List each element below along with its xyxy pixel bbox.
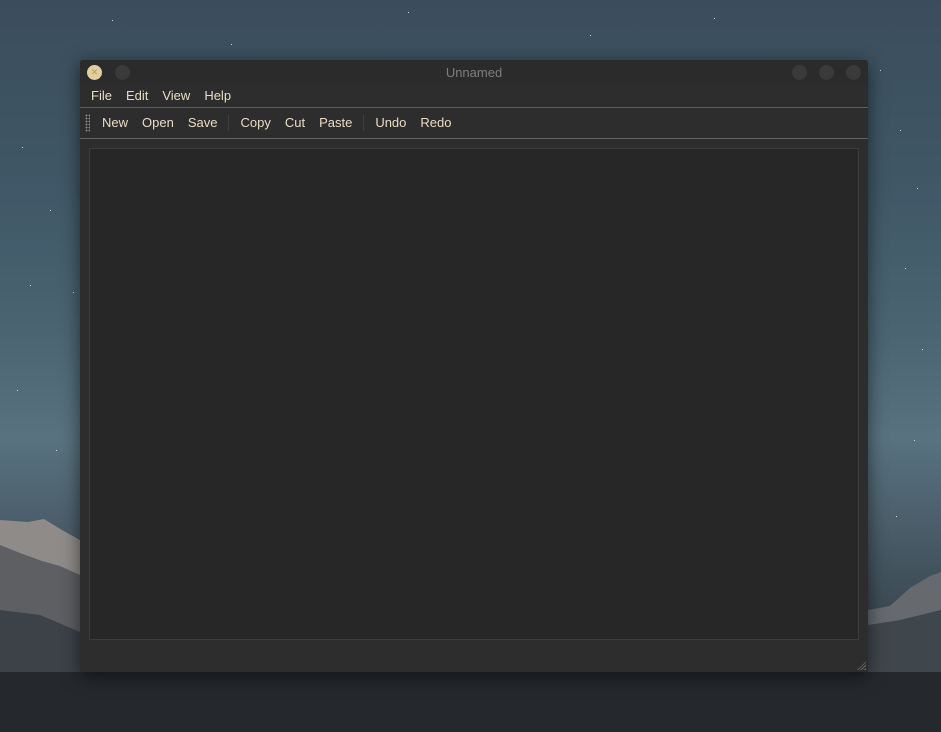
desktop: ✕ Unnamed File Edit View Help New Open S…: [0, 0, 941, 732]
pin-icon[interactable]: [846, 65, 861, 80]
menu-edit[interactable]: Edit: [119, 85, 155, 107]
undo-button[interactable]: Undo: [368, 108, 413, 138]
minimize-icon[interactable]: [792, 65, 807, 80]
toolbar-separator: [363, 115, 365, 131]
app-window: ✕ Unnamed File Edit View Help New Open S…: [80, 60, 868, 672]
menu-file[interactable]: File: [84, 85, 119, 107]
cut-button[interactable]: Cut: [278, 108, 312, 138]
paste-button[interactable]: Paste: [312, 108, 359, 138]
menu-view[interactable]: View: [155, 85, 197, 107]
text-editor-area[interactable]: [89, 148, 859, 640]
save-button[interactable]: Save: [181, 108, 225, 138]
menu-help[interactable]: Help: [197, 85, 238, 107]
redo-button[interactable]: Redo: [413, 108, 458, 138]
open-button[interactable]: Open: [135, 108, 181, 138]
title-bar[interactable]: ✕ Unnamed: [80, 60, 868, 85]
maximize-icon[interactable]: [819, 65, 834, 80]
window-title: Unnamed: [445, 65, 503, 80]
status-bar: [80, 642, 868, 672]
copy-button[interactable]: Copy: [233, 108, 277, 138]
new-button[interactable]: New: [95, 108, 135, 138]
toolbar-separator: [228, 115, 230, 131]
toolbar: New Open Save Copy Cut Paste Undo Redo: [80, 108, 868, 139]
resize-grip-icon[interactable]: [856, 660, 866, 670]
menu-bar: File Edit View Help: [80, 85, 868, 108]
toolbar-grip-icon[interactable]: [85, 114, 90, 132]
